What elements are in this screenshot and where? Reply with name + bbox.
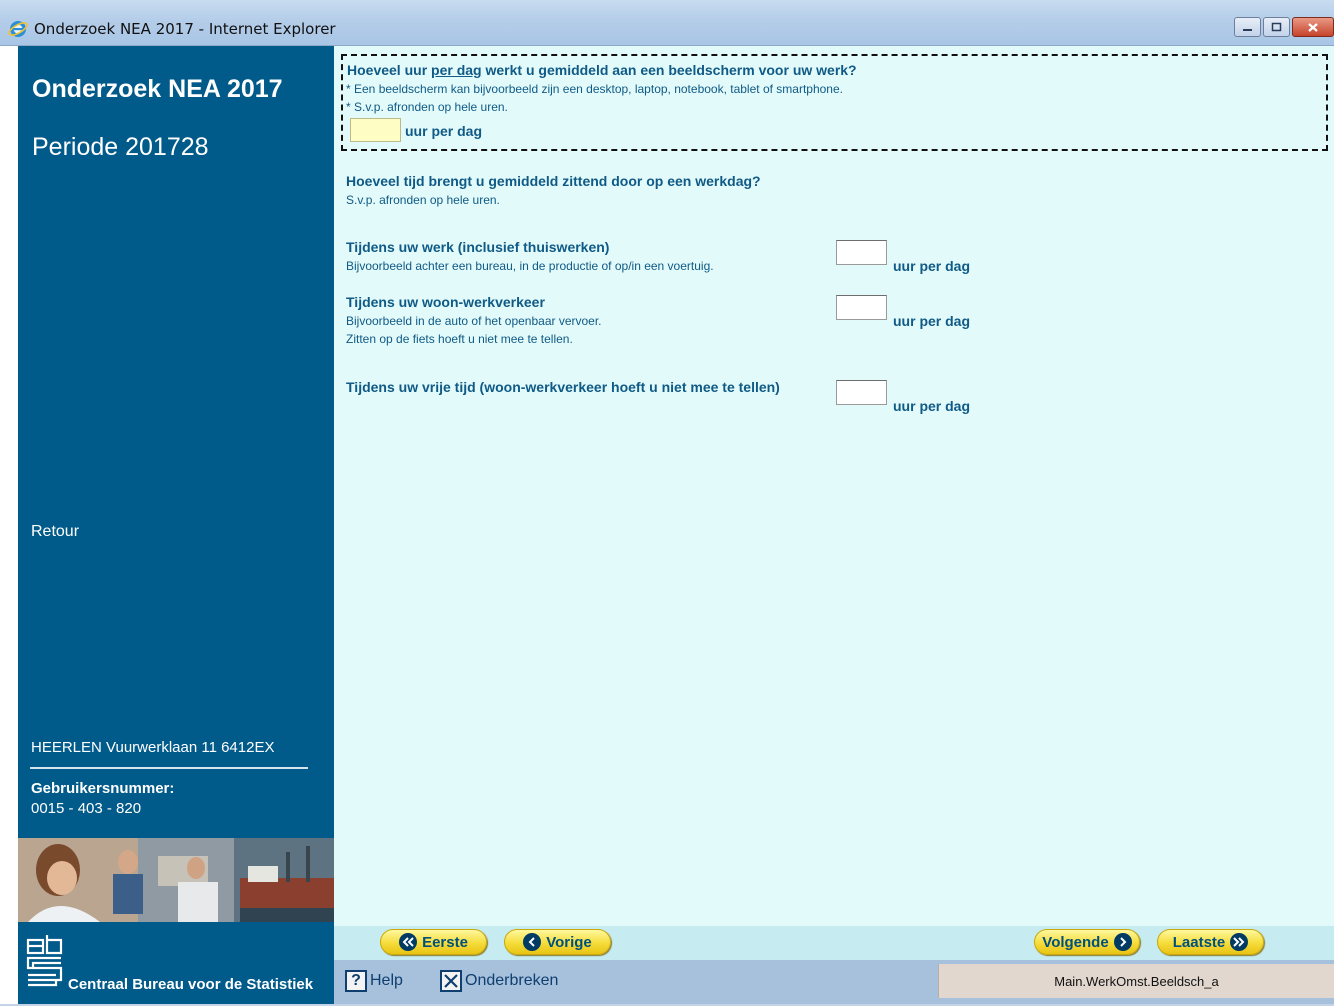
minimize-icon [1243, 28, 1252, 31]
left-arrow-icon [523, 933, 542, 951]
field-name-panel: Main.WerkOmst.Beeldsch_a [938, 964, 1334, 998]
question-note: * Een beeldscherm kan bijvoorbeeld zijn … [346, 82, 843, 96]
survey-period: Periode 201728 [32, 133, 209, 161]
first-button-label: Eerste [422, 933, 468, 951]
respondent-address: HEERLEN Vuurwerklaan 11 6412EX [31, 739, 275, 756]
user-number-label: Gebruikersnummer: [31, 780, 175, 797]
previous-button[interactable]: Vorige [504, 929, 611, 955]
last-button-label: Laatste [1172, 933, 1226, 951]
help-button[interactable]: ? Help [345, 969, 403, 993]
sitting-commute-input[interactable] [836, 295, 887, 320]
minimize-button[interactable] [1234, 17, 1261, 37]
user-number: 0015 - 403 - 820 [31, 800, 142, 817]
survey-content: Hoeveel uur per dag werkt u gemiddeld aa… [334, 46, 1334, 926]
previous-button-label: Vorige [546, 933, 592, 951]
double-left-arrow-icon [399, 933, 418, 951]
sidebar: Onderzoek NEA 2017 Periode 201728 Retour… [18, 46, 334, 1004]
question-sitting-title: Hoeveel tijd brengt u gemiddeld zittend … [346, 173, 761, 189]
sitting-work-label: Tijdens uw werk (inclusief thuiswerken) [346, 239, 610, 255]
cbs-logo-icon [26, 935, 63, 987]
window-controls [1234, 17, 1334, 37]
unit-label: uur per dag [405, 123, 483, 139]
navigation-bar: Eerste Vorige Volgende Laatste [334, 926, 1334, 960]
question-screen-time: Hoeveel uur per dag werkt u gemiddeld aa… [341, 54, 1328, 151]
sitting-work-note: Bijvoorbeeld achter een bureau, in de pr… [346, 259, 714, 273]
window-title: Onderzoek NEA 2017 - Internet Explorer [34, 20, 336, 38]
help-label: Help [370, 972, 403, 989]
unit-label: uur per dag [893, 258, 971, 274]
sitting-leisure-input[interactable] [836, 380, 887, 405]
unit-label: uur per dag [893, 398, 971, 414]
abort-label: Onderbreken [465, 972, 559, 989]
last-button[interactable]: Laatste [1157, 929, 1264, 955]
question-note: S.v.p. afronden op hele uren. [346, 193, 500, 207]
maximize-icon [1271, 22, 1282, 32]
question-note: * S.v.p. afronden op hele uren. [346, 100, 508, 114]
right-arrow-icon [1113, 933, 1132, 951]
organization-name: Centraal Bureau voor de Statistiek [68, 976, 314, 993]
abort-icon [440, 970, 462, 992]
close-button[interactable] [1292, 17, 1334, 37]
status-bar: ? Help Onderbreken Main.WerkOmst.Beeldsc… [334, 960, 1334, 1004]
next-button[interactable]: Volgende [1034, 929, 1140, 955]
sidebar-divider [30, 767, 308, 769]
maximize-button[interactable] [1263, 17, 1290, 37]
question-title: Hoeveel uur per dag werkt u gemiddeld aa… [347, 62, 857, 78]
retour-link[interactable]: Retour [31, 523, 79, 541]
internet-explorer-icon [8, 21, 28, 37]
sitting-leisure-label: Tijdens uw vrije tijd (woon-werkverkeer … [346, 379, 780, 395]
sitting-work-input[interactable] [836, 240, 887, 265]
sitting-commute-note: Bijvoorbeeld in de auto of het openbaar … [346, 314, 602, 328]
unit-label: uur per dag [893, 313, 971, 329]
sitting-commute-note: Zitten op de fiets hoeft u niet mee te t… [346, 332, 573, 346]
double-right-arrow-icon [1230, 933, 1249, 951]
window-titlebar: Onderzoek NEA 2017 - Internet Explorer [0, 0, 1334, 46]
screen-hours-input[interactable] [350, 118, 401, 142]
close-icon [1308, 22, 1318, 32]
sitting-commute-label: Tijdens uw woon-werkverkeer [346, 294, 545, 310]
survey-title: Onderzoek NEA 2017 [32, 75, 283, 103]
first-button[interactable]: Eerste [380, 929, 487, 955]
help-icon: ? [345, 970, 367, 992]
abort-button[interactable]: Onderbreken [440, 969, 558, 993]
sidebar-photo-collage [18, 838, 334, 922]
next-button-label: Volgende [1042, 933, 1109, 951]
